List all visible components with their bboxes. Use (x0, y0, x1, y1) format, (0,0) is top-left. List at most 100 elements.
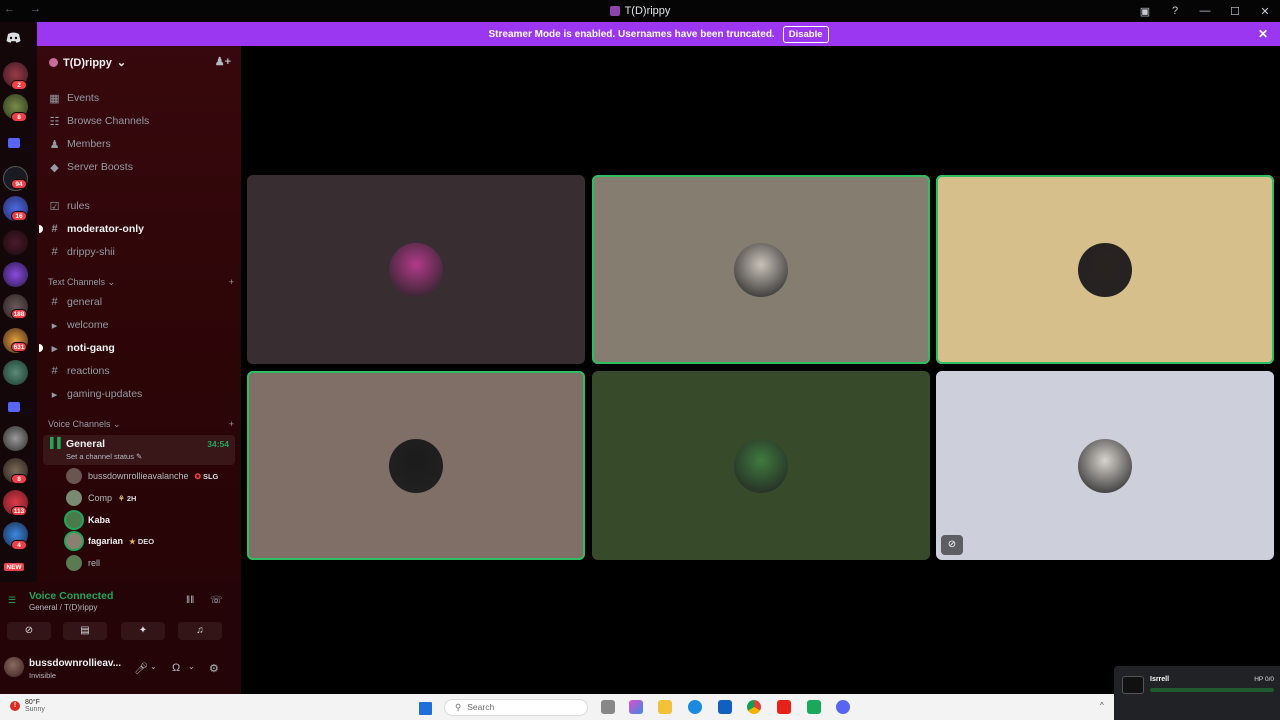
streamer-mode-banner: Streamer Mode is enabled. Usernames have… (37, 22, 1280, 46)
disconnect-icon[interactable]: ☏ (210, 595, 223, 606)
server-name: T(D)rippy (63, 56, 112, 69)
participant-tile[interactable] (936, 175, 1274, 364)
nav-arrows-icon[interactable]: ← → (4, 3, 47, 15)
participant-tile[interactable] (247, 175, 585, 364)
channel-gaming-updates[interactable]: ▸ gaming-updates (43, 384, 235, 404)
voice-user[interactable]: Kaba (66, 511, 236, 529)
participant-tile[interactable]: ⊘ (936, 371, 1274, 560)
new-badge: NEW (3, 562, 25, 572)
participant-tile[interactable] (247, 371, 585, 560)
hashtag-icon: # (51, 365, 58, 377)
channel-noti-gang[interactable]: ▸ noti-gang (39, 338, 235, 358)
category-text-channels[interactable]: Text Channels ⌄ + (48, 277, 234, 288)
channel-moderator-only[interactable]: # moderator-only (39, 219, 235, 239)
chevron-down-icon[interactable]: ⌄ (150, 662, 157, 671)
discord-logo-icon[interactable] (6, 32, 21, 43)
server-icon-8[interactable] (3, 360, 28, 385)
folder-icon[interactable] (8, 138, 20, 148)
voice-channel-general[interactable]: ▌▌ General 34:54 Set a channel status ✎ (43, 435, 235, 465)
signal-icon[interactable]: ☰ (8, 595, 16, 606)
window-title-text: T(D)rippy (624, 5, 671, 17)
window-controls: ▣ ? — ☐ ✕ (1130, 0, 1280, 22)
voice-user[interactable]: Comp ⚘ 2H (66, 489, 236, 507)
edge-icon[interactable] (688, 700, 702, 714)
mention-badge: 94 (11, 179, 27, 189)
guild-tag: ✪ SLG (194, 471, 219, 481)
mention-badge: 113 (11, 506, 27, 516)
inbox-icon[interactable]: ▣ (1130, 5, 1160, 18)
participant-avatar (1078, 242, 1132, 297)
chrome-icon[interactable] (747, 700, 761, 714)
file-explorer-icon[interactable] (658, 700, 672, 714)
nav-browse-channels[interactable]: ☷ Browse Channels (43, 111, 235, 131)
channel-general[interactable]: # general (43, 292, 235, 312)
folder-icon[interactable] (8, 402, 20, 412)
server-header[interactable]: T(D)rippy ⌄ ♟+ (37, 46, 241, 79)
noise-suppression-icon[interactable]: ‖‖ (186, 595, 194, 606)
close-window-button[interactable]: ✕ (1250, 5, 1280, 18)
voice-location[interactable]: General / T(D)rippy (29, 603, 97, 612)
server-icon-5[interactable] (3, 262, 28, 287)
close-banner-icon[interactable]: ✕ (1258, 27, 1268, 41)
chevron-down-icon: ⌄ (116, 57, 127, 69)
share-screen-button[interactable]: ▤ (63, 622, 107, 640)
server-icon-4[interactable] (3, 230, 28, 255)
taskbar-search[interactable]: ⚲ Search (444, 699, 588, 716)
nav-members[interactable]: ♟ Members (43, 134, 235, 154)
headphones-icon[interactable]: Ω (172, 662, 180, 674)
channel-rules[interactable]: ☑ rules (43, 196, 235, 216)
hashtag-icon: # (51, 223, 58, 235)
soundboard-button[interactable]: ♫ (178, 622, 222, 640)
search-icon: ⚲ (455, 702, 462, 712)
tray-chevron-icon[interactable]: ^ (1100, 701, 1104, 710)
voice-user[interactable]: fagarian ★ DEO (66, 532, 236, 550)
user-name[interactable]: bussdownrollieav... (29, 658, 121, 669)
overlay-player-name: Isrrell (1150, 676, 1170, 683)
add-channel-icon[interactable]: + (229, 277, 234, 288)
minimize-button[interactable]: — (1190, 5, 1220, 17)
discord-taskbar-icon[interactable] (836, 700, 850, 714)
microphone-icon[interactable]: 🎤︎ (134, 662, 148, 675)
channel-welcome[interactable]: ▸ welcome (43, 315, 235, 335)
activities-button[interactable]: ✦ (121, 622, 165, 640)
outlook-icon[interactable] (718, 700, 732, 714)
voice-status[interactable]: Voice Connected (29, 590, 113, 602)
voice-user[interactable]: bussdownrollieavalanche ✪ SLG (66, 467, 236, 485)
mention-badge: 16 (11, 211, 27, 221)
disable-streamer-button[interactable]: Disable (782, 25, 829, 43)
nav-events[interactable]: ▦ Events (43, 88, 235, 108)
participant-avatar (389, 242, 443, 297)
avatar (66, 490, 82, 506)
calendar-icon: ▦ (49, 92, 60, 105)
camera-off-button[interactable]: ⊘ (7, 622, 51, 640)
help-icon[interactable]: ? (1160, 5, 1190, 17)
server-avatar-icon (49, 58, 58, 67)
channel-drippy-shii[interactable]: # drippy-shii (43, 242, 235, 262)
youtube-icon[interactable] (777, 700, 791, 714)
maximize-button[interactable]: ☐ (1220, 5, 1250, 18)
windows-start-icon[interactable] (419, 702, 432, 715)
copilot-icon[interactable] (629, 700, 643, 714)
overlay-hp-bar (1150, 688, 1274, 692)
channel-reactions[interactable]: # reactions (43, 361, 235, 381)
participant-tile[interactable] (592, 175, 930, 364)
add-member-icon[interactable]: ♟+ (215, 55, 231, 68)
add-channel-icon[interactable]: + (229, 419, 234, 430)
boost-icon: ◆ (50, 161, 59, 174)
participant-avatar (734, 438, 788, 493)
user-avatar[interactable] (4, 657, 24, 677)
user-status: Invisible (29, 671, 57, 680)
nav-server-boosts[interactable]: ◆ Server Boosts (43, 157, 235, 177)
chevron-down-icon[interactable]: ⌄ (188, 662, 195, 671)
category-voice-channels[interactable]: Voice Channels ⌄ + (48, 419, 234, 430)
server-icon (609, 6, 620, 16)
voice-user[interactable]: rell (66, 554, 236, 572)
call-timer: 34:54 (207, 439, 229, 449)
weather-widget[interactable]: ! 80°F Sunny (10, 699, 45, 713)
set-channel-status[interactable]: Set a channel status ✎ (66, 452, 142, 461)
gear-icon[interactable]: ⚙ (209, 662, 219, 675)
participant-tile[interactable] (592, 371, 930, 560)
app-icon[interactable] (807, 700, 821, 714)
server-icon-9[interactable] (3, 426, 28, 451)
task-view-icon[interactable] (601, 700, 615, 714)
